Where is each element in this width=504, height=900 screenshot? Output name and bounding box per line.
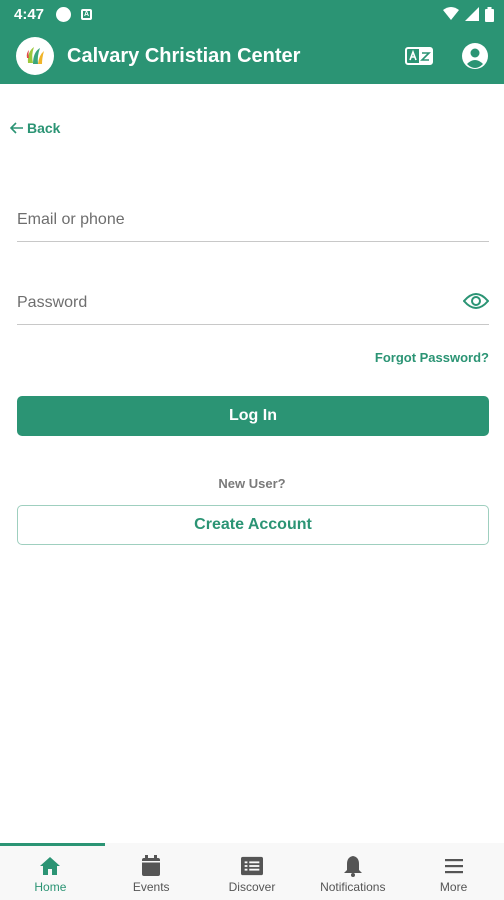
account-button[interactable] bbox=[460, 41, 490, 71]
bottom-navigation: Home Events Discover Notifications More bbox=[0, 843, 504, 900]
eye-icon bbox=[463, 293, 489, 309]
nav-more-label: More bbox=[439, 880, 468, 894]
nav-events[interactable]: Events bbox=[101, 843, 202, 900]
list-icon bbox=[240, 855, 263, 877]
nav-more[interactable]: More bbox=[403, 843, 504, 900]
new-user-label: New User? bbox=[218, 476, 286, 491]
back-link[interactable]: Back bbox=[10, 120, 60, 136]
nav-events-label: Events bbox=[132, 880, 170, 894]
status-bar: 4:47 A bbox=[0, 0, 504, 28]
menu-icon bbox=[443, 855, 465, 877]
arrow-left-icon bbox=[10, 122, 23, 134]
active-tab-indicator bbox=[0, 843, 105, 846]
battery-icon bbox=[485, 6, 494, 22]
login-button[interactable]: Log In bbox=[17, 396, 489, 436]
status-time: 4:47 bbox=[14, 5, 45, 23]
account-circle-icon bbox=[462, 43, 488, 69]
password-field bbox=[17, 281, 489, 325]
email-field bbox=[17, 198, 489, 242]
nav-home-label: Home bbox=[34, 880, 67, 894]
app-bar: Calvary Christian Center bbox=[0, 28, 504, 84]
translate-icon bbox=[405, 47, 433, 65]
app-notification-icon: A bbox=[81, 8, 93, 20]
show-password-toggle[interactable] bbox=[463, 291, 489, 311]
nav-notifications[interactable]: Notifications bbox=[302, 843, 403, 900]
calendar-icon bbox=[140, 855, 162, 877]
back-label: Back bbox=[27, 120, 61, 136]
wifi-icon bbox=[443, 7, 459, 20]
home-icon bbox=[39, 855, 61, 877]
bell-icon bbox=[342, 855, 364, 877]
notification-dot-icon bbox=[56, 6, 72, 22]
logo-icon bbox=[26, 47, 44, 64]
password-input[interactable] bbox=[17, 293, 489, 312]
nav-discover[interactable]: Discover bbox=[202, 843, 303, 900]
nav-discover-label: Discover bbox=[228, 880, 276, 894]
status-icons bbox=[443, 6, 494, 22]
nav-notifications-label: Notifications bbox=[320, 880, 386, 894]
forgot-password-link[interactable]: Forgot Password? bbox=[375, 350, 489, 365]
church-logo bbox=[16, 37, 54, 75]
app-title: Calvary Christian Center bbox=[67, 44, 301, 67]
signal-icon bbox=[465, 7, 479, 21]
nav-home[interactable]: Home bbox=[0, 843, 101, 900]
create-account-button[interactable]: Create Account bbox=[17, 505, 489, 545]
translate-button[interactable] bbox=[404, 41, 434, 71]
email-input[interactable] bbox=[17, 210, 489, 229]
